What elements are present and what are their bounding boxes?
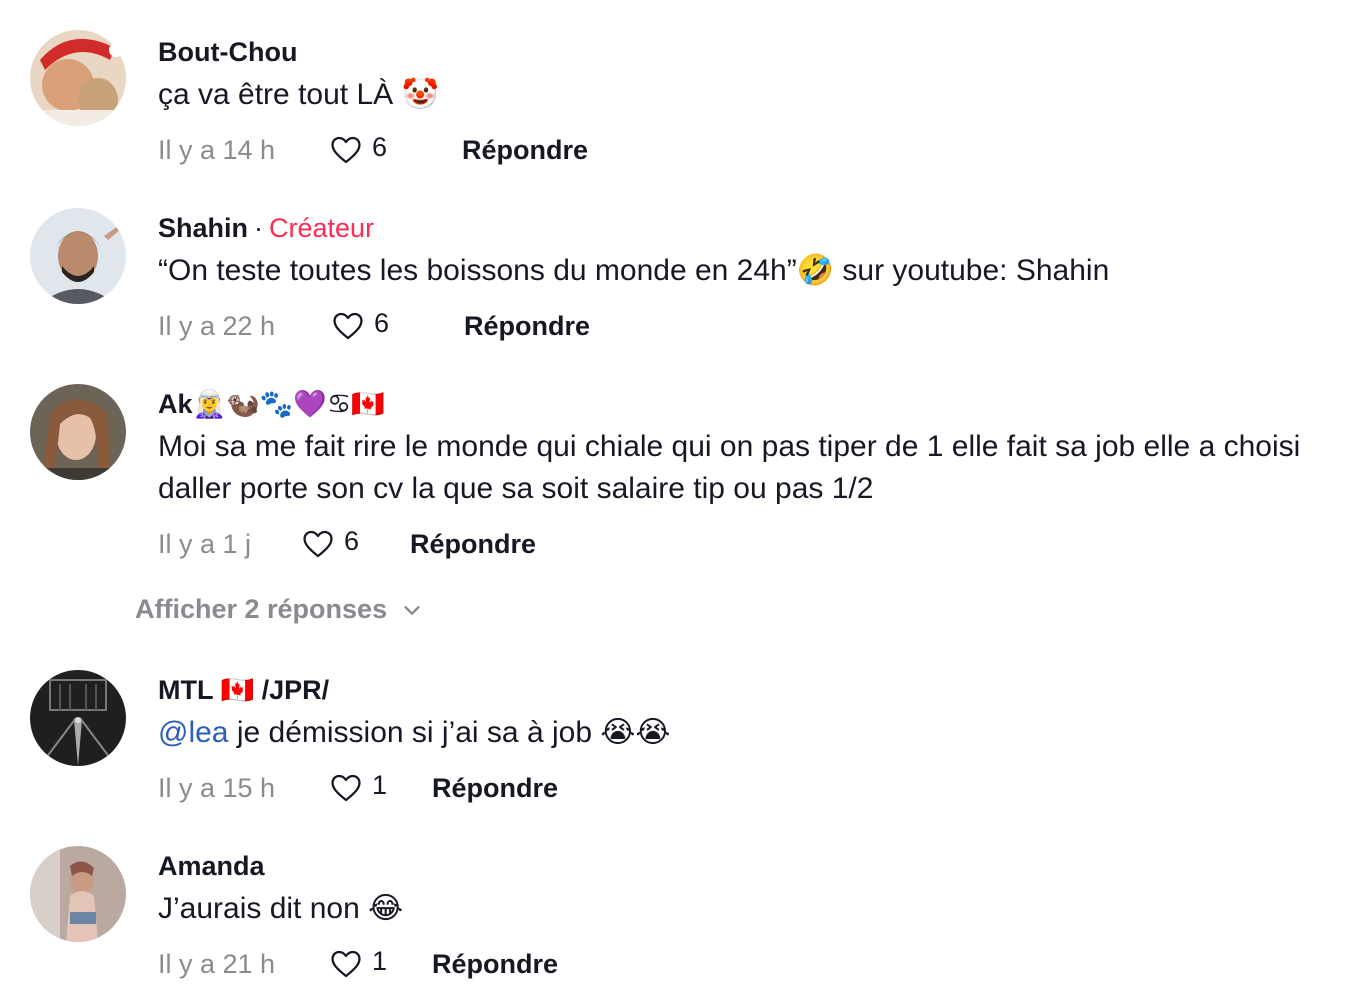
reply-button[interactable]: Répondre: [410, 529, 536, 560]
like-button[interactable]: 6: [330, 307, 440, 343]
avatar[interactable]: [30, 208, 126, 304]
comment-text: J’aurais dit non 😂: [158, 892, 404, 925]
comment-username[interactable]: Ak🧝‍♀️🦦🐾💜♋🇨🇦: [158, 388, 385, 420]
comment-text: Moi sa me fait rire le monde qui chiale …: [158, 430, 1301, 505]
avatar[interactable]: [30, 670, 126, 766]
comment-meta: Il y a 22 h 6 Répondre: [158, 306, 590, 346]
reply-button[interactable]: Répondre: [464, 311, 590, 342]
comment-time: Il y a 15 h: [158, 772, 276, 803]
avatar[interactable]: [30, 384, 126, 480]
comment-text-body: je démission si j’ai sa à job 😭😭: [228, 716, 671, 749]
like-button[interactable]: 6: [300, 525, 410, 561]
reply-button[interactable]: Répondre: [462, 135, 588, 166]
comment-username[interactable]: Amanda: [158, 850, 265, 882]
view-replies-button[interactable]: Afficher 2 réponses: [135, 594, 423, 625]
username-text[interactable]: Amanda: [158, 851, 265, 881]
heart-outline-icon[interactable]: [330, 309, 366, 343]
comment-meta: Il y a 1 j 6 Répondre: [158, 524, 536, 564]
comment-username[interactable]: Shahin · Créateur: [158, 212, 374, 244]
comment-username[interactable]: MTL 🇨🇦 /JPR/: [158, 674, 329, 706]
comments-list: Bout-Chou ça va être tout LÀ 🤡 Il y a 14…: [0, 0, 1362, 1004]
like-button[interactable]: 6: [328, 131, 438, 167]
comment-time: Il y a 14 h: [158, 134, 276, 165]
username-text[interactable]: Shahin: [158, 213, 248, 243]
comment-username[interactable]: Bout-Chou: [158, 36, 297, 68]
like-button[interactable]: 1: [328, 769, 432, 805]
username-separator: ·: [254, 213, 264, 243]
heart-outline-icon[interactable]: [328, 771, 364, 805]
avatar[interactable]: [30, 30, 126, 126]
reply-button[interactable]: Répondre: [432, 773, 558, 804]
like-button[interactable]: 1: [328, 945, 432, 981]
heart-outline-icon[interactable]: [328, 133, 364, 167]
like-count: 1: [372, 945, 388, 976]
comment-text: ça va être tout LÀ 🤡: [158, 78, 439, 111]
like-count: 6: [344, 525, 360, 556]
comment-time: Il y a 22 h: [158, 310, 276, 341]
avatar[interactable]: [30, 846, 126, 942]
creator-badge: Créateur: [269, 213, 375, 243]
mention-link[interactable]: @lea: [158, 716, 229, 749]
comment-text: @lea je démission si j’ai sa à job 😭😭: [158, 712, 1338, 754]
comment-meta: Il y a 15 h 1 Répondre: [158, 768, 558, 808]
username-emojis: 🧝‍♀️🦦🐾💜♋🇨🇦: [192, 389, 385, 419]
like-count: 1: [372, 769, 388, 800]
comment-meta: Il y a 21 h 1 Répondre: [158, 944, 558, 984]
heart-outline-icon[interactable]: [300, 527, 336, 561]
username-text[interactable]: Ak: [158, 389, 193, 419]
like-count: 6: [372, 131, 388, 162]
comment-text: “On teste toutes les boissons du monde e…: [158, 254, 1110, 287]
heart-outline-icon[interactable]: [328, 947, 364, 981]
username-text[interactable]: Bout-Chou: [158, 37, 297, 67]
chevron-down-icon[interactable]: [401, 599, 423, 621]
reply-button[interactable]: Répondre: [432, 949, 558, 980]
comment-meta: Il y a 14 h 6 Répondre: [158, 130, 588, 170]
view-replies-label[interactable]: Afficher 2 réponses: [135, 594, 387, 625]
like-count: 6: [374, 307, 390, 338]
comment-time: Il y a 1 j: [158, 528, 252, 559]
comment-time: Il y a 21 h: [158, 948, 276, 979]
username-text[interactable]: MTL 🇨🇦 /JPR/: [158, 675, 329, 705]
